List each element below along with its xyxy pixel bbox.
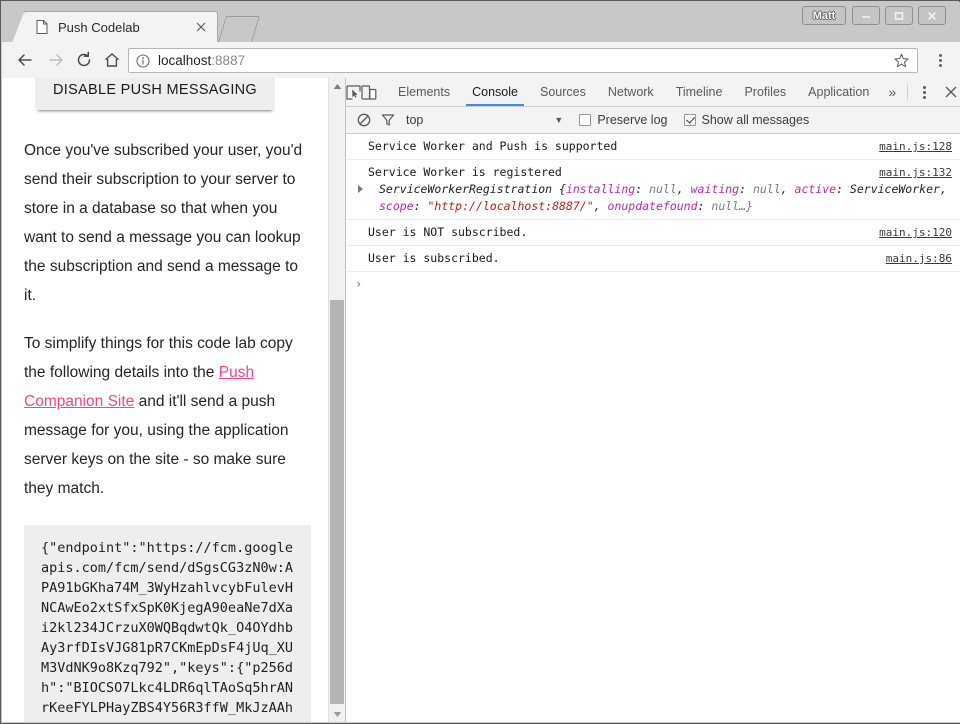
subscription-json-code-block: {"endpoint":"https://fcm.googleapis.com/…	[24, 525, 311, 723]
console-message-text: Service Worker and Push is supported	[368, 138, 869, 155]
tab-label: Elements	[398, 85, 450, 99]
show-all-messages-checkbox[interactable]: Show all messages	[684, 113, 810, 127]
page-icon	[36, 20, 48, 34]
close-icon[interactable]	[193, 19, 209, 35]
object-prop-value: "http://localhost:8887/"	[427, 199, 593, 213]
three-dot-menu-icon[interactable]	[911, 78, 937, 106]
object-prop-value: null	[753, 182, 781, 196]
object-class-name: ServiceWorkerRegistration	[379, 182, 559, 196]
new-tab-button[interactable]	[218, 16, 260, 42]
info-circle-icon[interactable]	[135, 53, 151, 69]
page-viewport: DISABLE PUSH MESSAGING Once you've subsc…	[2, 78, 346, 723]
object-open-brace: {	[559, 182, 566, 196]
console-message[interactable]: User is NOT subscribed. main.js:120	[346, 220, 960, 246]
tab-title: Push Codelab	[58, 20, 193, 35]
minimize-icon[interactable]	[852, 6, 880, 25]
devtools-tab-network[interactable]: Network	[597, 78, 665, 106]
object-prop-key: waiting	[691, 182, 739, 196]
devtools-tab-sources[interactable]: Sources	[529, 78, 597, 106]
profile-button[interactable]: Matt	[802, 6, 846, 25]
console-object-preview[interactable]: ServiceWorkerRegistration {installing: n…	[368, 181, 952, 215]
console-message-text: User is NOT subscribed.	[368, 224, 869, 241]
object-prop-key: scope	[379, 199, 414, 213]
console-message[interactable]: User is subscribed. main.js:86	[346, 246, 960, 272]
inspect-element-icon[interactable]	[346, 78, 361, 106]
console-input-prompt[interactable]: ›	[346, 272, 960, 296]
window-bottom-edge	[2, 722, 960, 723]
chevron-down-icon[interactable]: ▼	[554, 115, 563, 125]
url-host: localhost	[158, 53, 211, 68]
console-source-link[interactable]: main.js:120	[879, 224, 952, 241]
page-scrollbar[interactable]	[328, 78, 345, 723]
object-prop-key: onupdatefound	[608, 199, 698, 213]
tab-label: Console	[472, 85, 518, 99]
devtools-tab-application[interactable]: Application	[797, 78, 880, 106]
console-message-text: Service Worker is registered	[368, 164, 869, 181]
preserve-log-label: Preserve log	[597, 113, 667, 127]
maximize-icon[interactable]	[885, 6, 913, 25]
url-port: :8887	[211, 53, 245, 68]
devtools-toolbar-right	[904, 78, 960, 106]
scrollbar-thumb[interactable]	[330, 300, 344, 704]
disable-push-messaging-button[interactable]: DISABLE PUSH MESSAGING	[37, 78, 273, 110]
console-message[interactable]: Service Worker is registered main.js:132…	[346, 160, 960, 220]
filter-funnel-icon[interactable]	[376, 108, 400, 132]
devtools-tab-console[interactable]: Console	[461, 78, 529, 106]
console-message[interactable]: Service Worker and Push is supported mai…	[346, 134, 960, 160]
devtools-panel: Elements Console Sources Network Timelin…	[345, 78, 960, 723]
console-message-list: Service Worker and Push is supported mai…	[346, 134, 960, 296]
object-prop-value: null…}	[711, 199, 753, 213]
browser-tab[interactable]: Push Codelab	[23, 11, 218, 42]
scroll-up-arrow-icon[interactable]	[329, 78, 345, 95]
object-prop-key: installing	[566, 182, 635, 196]
devtools-tab-bar: Elements Console Sources Network Timelin…	[346, 78, 960, 107]
three-dot-menu-icon[interactable]	[930, 50, 950, 70]
tab-label: Sources	[540, 85, 586, 99]
page-content: DISABLE PUSH MESSAGING Once you've subsc…	[2, 78, 329, 723]
console-source-link[interactable]: main.js:132	[879, 164, 952, 181]
back-arrow-icon[interactable]	[13, 48, 37, 72]
devtools-tab-timeline[interactable]: Timeline	[665, 78, 734, 106]
paragraph-companion-site: To simplify things for this code lab cop…	[24, 329, 307, 503]
paragraph-subscription-info: Once you've subscribed your user, you'd …	[24, 136, 307, 310]
console-toolbar: top ▼ Preserve log Show all messages	[346, 107, 960, 134]
scroll-down-arrow-icon[interactable]	[329, 706, 345, 723]
console-source-link[interactable]: main.js:128	[879, 138, 952, 155]
checkbox-box[interactable]	[579, 114, 591, 126]
reload-icon[interactable]	[72, 48, 96, 72]
tab-label: Application	[808, 85, 869, 99]
profile-name: Matt	[813, 10, 836, 22]
browser-window: Push Codelab Matt	[0, 0, 960, 724]
checkbox-box[interactable]	[684, 114, 696, 126]
tab-label: Network	[608, 85, 654, 99]
object-prop-value: null	[649, 182, 677, 196]
show-all-messages-label: Show all messages	[702, 113, 810, 127]
preserve-log-checkbox[interactable]: Preserve log	[579, 113, 667, 127]
console-source-link[interactable]: main.js:86	[886, 250, 952, 267]
star-icon[interactable]	[891, 51, 911, 71]
object-prop-key: active	[795, 182, 837, 196]
address-bar[interactable]: localhost:8887	[128, 48, 918, 73]
devtools-tab-overflow-button[interactable]: »	[880, 78, 904, 106]
forward-arrow-icon	[44, 48, 68, 72]
devtools-tab-elements[interactable]: Elements	[387, 78, 461, 106]
close-icon[interactable]	[918, 6, 946, 25]
url-text: localhost:8887	[158, 53, 891, 68]
browser-toolbar: localhost:8887	[2, 42, 960, 79]
console-context-selector[interactable]: top	[406, 113, 423, 127]
device-toolbar-icon[interactable]	[361, 78, 377, 106]
tab-label: Timeline	[676, 85, 723, 99]
close-icon[interactable]	[937, 78, 960, 106]
tab-strip: Push Codelab Matt	[2, 2, 960, 42]
console-message-text: User is subscribed.	[368, 250, 876, 267]
devtools-tab-profiles[interactable]: Profiles	[733, 78, 797, 106]
home-icon[interactable]	[100, 48, 124, 72]
toolbar-divider	[907, 84, 908, 100]
clear-console-icon[interactable]	[352, 108, 376, 132]
object-prop-value: ServiceWorker	[850, 182, 940, 196]
expand-triangle-icon[interactable]	[358, 185, 363, 193]
tab-label: Profiles	[744, 85, 786, 99]
